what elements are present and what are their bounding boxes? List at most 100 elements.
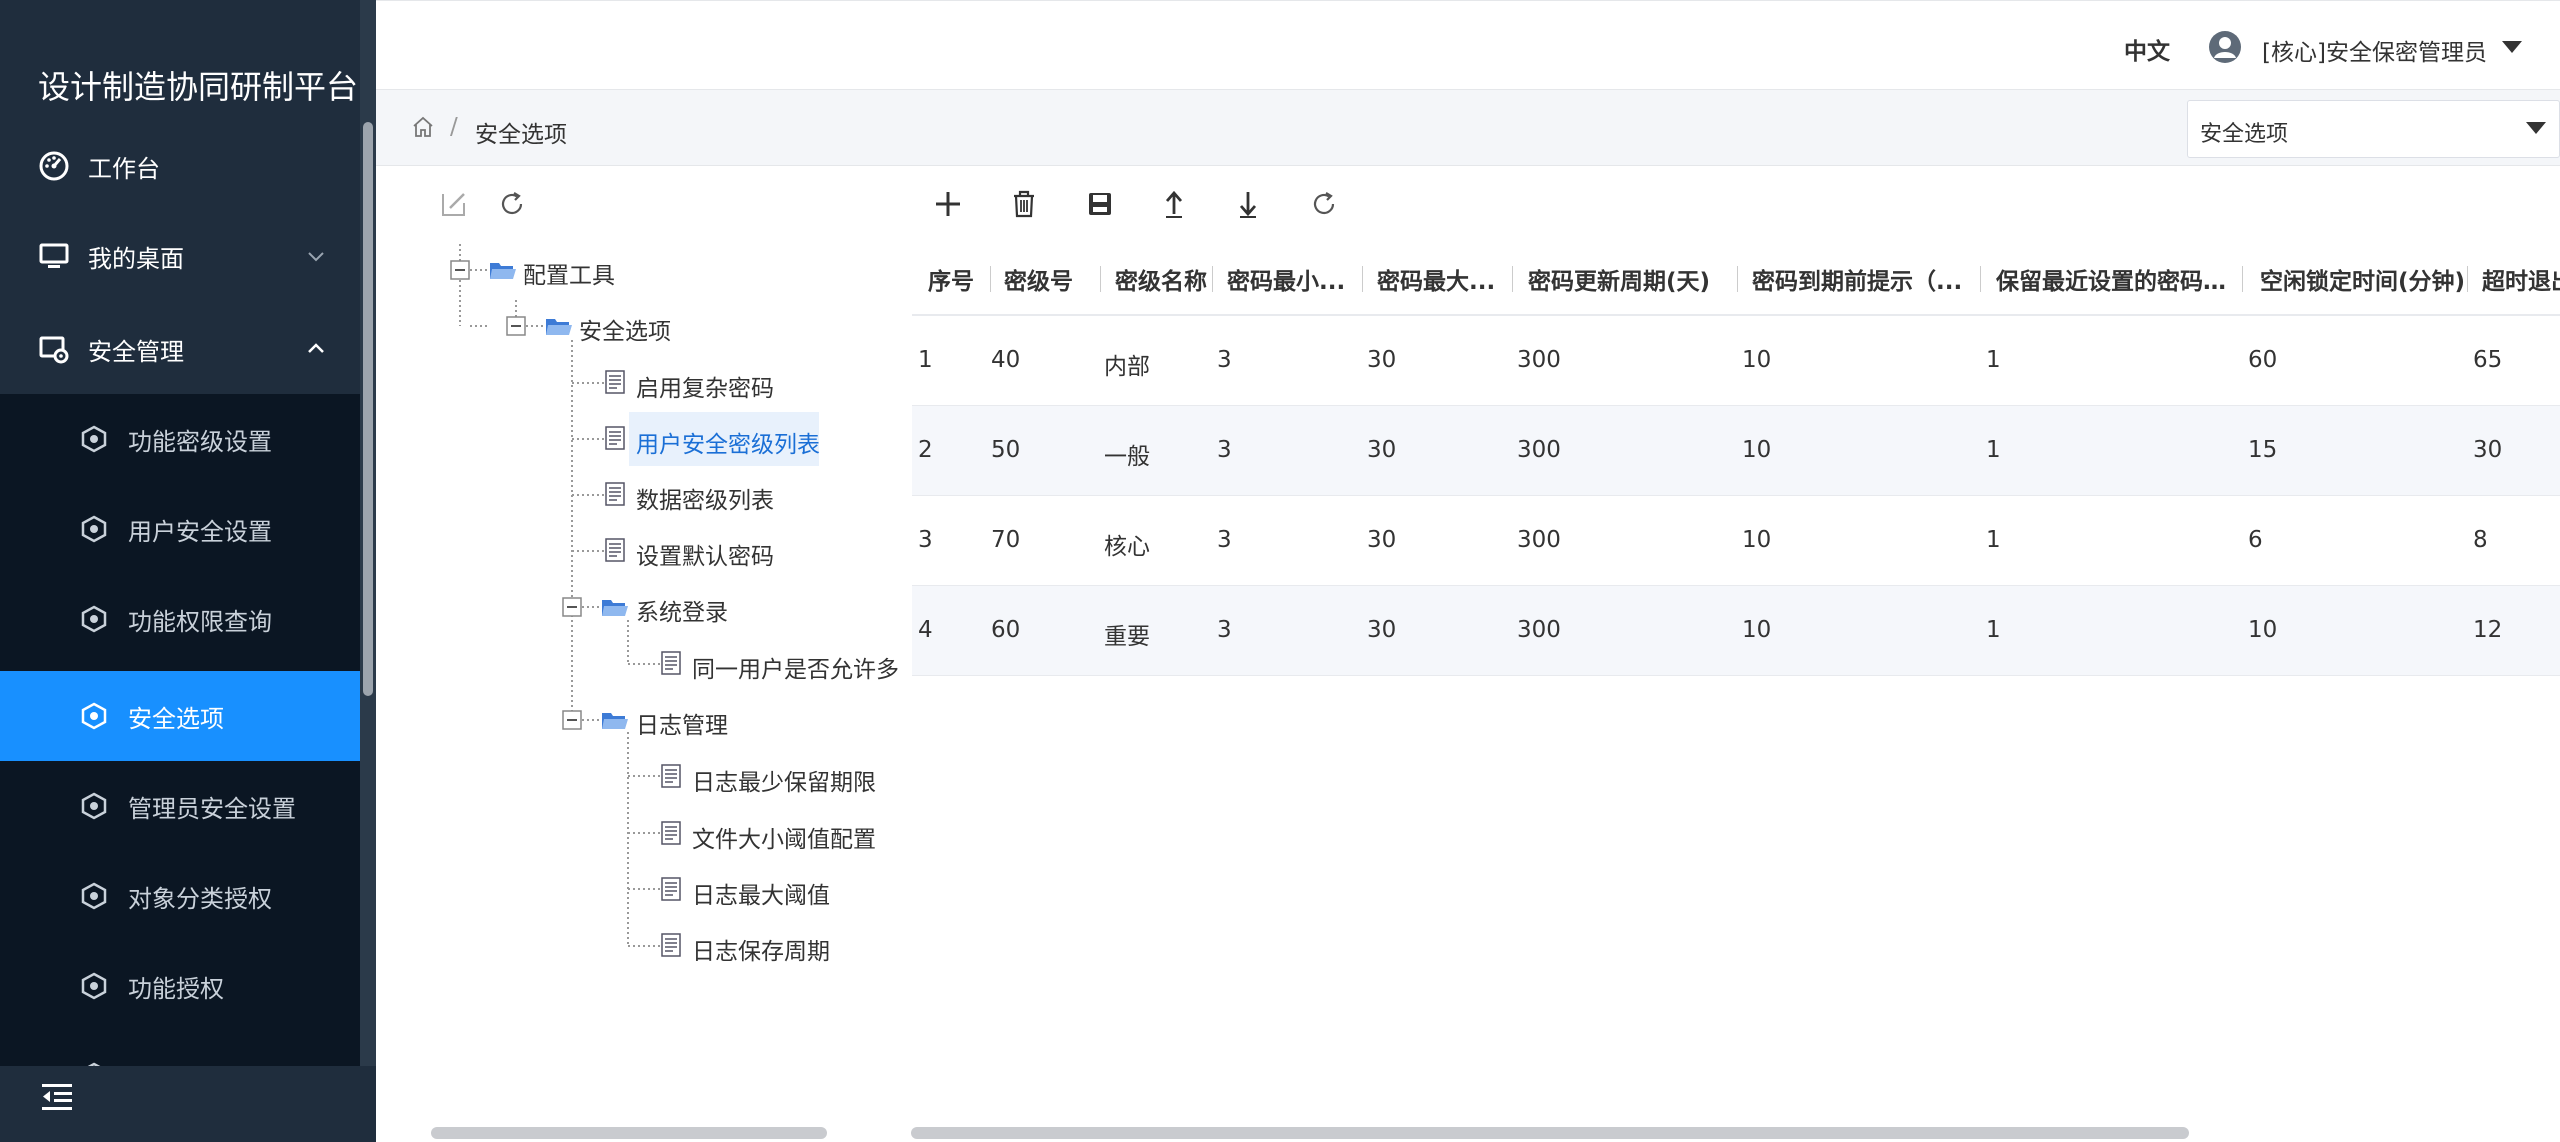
- folder-open-icon: [546, 319, 572, 335]
- sidebar-subitem-function-auth[interactable]: 功能授权: [0, 941, 360, 1031]
- column-divider[interactable]: [1737, 266, 1738, 292]
- table-row[interactable]: [912, 406, 2560, 496]
- table-cell: 3: [1217, 527, 1232, 553]
- document-icon: [661, 933, 681, 957]
- collapse-toggle-icon[interactable]: [450, 260, 470, 280]
- table-header-cell[interactable]: 密级号: [1004, 262, 1094, 296]
- refresh-icon[interactable]: [496, 188, 528, 220]
- monitor-icon: [39, 243, 69, 268]
- column-divider[interactable]: [1980, 266, 1981, 292]
- save-icon[interactable]: [1084, 188, 1116, 220]
- table-header-cell[interactable]: 密码最大...: [1377, 262, 1497, 296]
- chevron-up-icon: [308, 343, 324, 353]
- user-name[interactable]: [核心]安全保密管理员: [2262, 33, 2487, 67]
- tree-node-log-max-threshold[interactable]: 日志最大阈值: [692, 876, 830, 910]
- table-header-cell[interactable]: 密码到期前提示（...: [1752, 262, 1970, 296]
- table-row[interactable]: [912, 496, 2560, 586]
- column-divider[interactable]: [2242, 266, 2243, 292]
- collapse-toggle-icon[interactable]: [562, 710, 582, 730]
- move-up-icon[interactable]: [1158, 188, 1190, 220]
- user-avatar-icon[interactable]: [2208, 30, 2242, 64]
- table-cell: 60: [2248, 347, 2278, 373]
- column-divider[interactable]: [1212, 266, 1213, 292]
- tree-node-log-save-period[interactable]: 日志保存周期: [692, 932, 830, 966]
- column-divider[interactable]: [1512, 266, 1513, 292]
- column-divider[interactable]: [2467, 266, 2468, 292]
- move-down-icon[interactable]: [1232, 188, 1264, 220]
- sidebar-scrollbar[interactable]: [360, 0, 376, 1066]
- sidebar-subitem-permission-query[interactable]: 功能权限查询: [0, 574, 360, 664]
- language-switch[interactable]: 中文: [2124, 32, 2170, 66]
- table-header-cell[interactable]: 序号: [928, 262, 978, 296]
- column-divider[interactable]: [1100, 266, 1101, 292]
- table-cell: 一般: [1104, 444, 1150, 470]
- menu-collapse-icon[interactable]: [40, 1080, 74, 1114]
- document-icon: [605, 426, 625, 450]
- sidebar-subitem-admin-security[interactable]: 管理员安全设置: [0, 761, 360, 851]
- sidebar-scrollbar-thumb[interactable]: [363, 122, 373, 696]
- table-cell: 40: [991, 347, 1021, 373]
- column-divider[interactable]: [1362, 266, 1363, 292]
- column-divider[interactable]: [990, 266, 991, 292]
- sidebar-item-my-desktop[interactable]: 我的桌面: [0, 211, 360, 301]
- tree-node-complex-password[interactable]: 启用复杂密码: [636, 369, 774, 403]
- tree-node-data-security-level-list[interactable]: 数据密级列表: [636, 481, 774, 515]
- tree-node-user-security-level-list[interactable]: 用户安全密级列表: [636, 425, 820, 459]
- table-horizontal-scrollbar[interactable]: [911, 1127, 2189, 1139]
- sidebar-item-security[interactable]: 安全管理: [0, 304, 360, 394]
- sidebar-subitem-object-category-auth[interactable]: 对象分类授权: [0, 851, 360, 941]
- table-cell: 1: [1986, 617, 2001, 643]
- table-header-cell[interactable]: 密级名称: [1115, 262, 1207, 296]
- tree-node-log-min-retention[interactable]: 日志最少保留期限: [692, 763, 876, 797]
- table-header-cell[interactable]: 保留最近设置的密码...: [1996, 262, 2228, 296]
- tree-node-default-password[interactable]: 设置默认密码: [636, 537, 774, 571]
- table-cell: 60: [991, 617, 1021, 643]
- sidebar-item-workbench[interactable]: 工作台: [0, 121, 360, 211]
- table-header-cell[interactable]: 密码更新周期(天): [1528, 262, 1750, 296]
- home-icon[interactable]: [411, 115, 435, 139]
- table-cell: 重要: [1104, 624, 1150, 650]
- page-select-value[interactable]: 安全选项: [2200, 116, 2288, 148]
- sidebar-subitem-user-security[interactable]: 用户安全设置: [0, 484, 360, 574]
- sidebar-subitem-function-classification[interactable]: 功能密级设置: [0, 394, 360, 484]
- table-cell: 10: [1742, 527, 1772, 553]
- add-icon[interactable]: [932, 188, 964, 220]
- table-cell: 1: [1986, 347, 2001, 373]
- chevron-down-icon[interactable]: [2526, 122, 2546, 134]
- table-cell: 30: [1367, 527, 1397, 553]
- table-header-cell[interactable]: 空闲锁定时间(分钟): [2260, 262, 2470, 296]
- sidebar-subitem-label: 管理员安全设置: [128, 794, 296, 823]
- document-icon: [661, 764, 681, 788]
- document-icon: [605, 370, 625, 394]
- table-cell: 12: [2473, 617, 2503, 643]
- tree-node-same-user-login[interactable]: 同一用户是否允许多: [692, 650, 899, 684]
- table-cell: 8: [2473, 527, 2488, 553]
- sidebar-subitem-label: 功能授权: [128, 974, 224, 1003]
- table-cell: 10: [1742, 437, 1772, 463]
- tree-node-system-login[interactable]: 系统登录: [636, 593, 728, 627]
- app-title: 设计制造协同研制平台: [38, 68, 359, 106]
- tree-node-config-tools[interactable]: 配置工具: [523, 256, 615, 290]
- edit-icon[interactable]: [438, 188, 470, 220]
- table-cell: 1: [918, 347, 933, 373]
- table-header-cell[interactable]: 超时退出: [2482, 262, 2560, 296]
- user-menu-caret-icon[interactable]: [2502, 41, 2522, 53]
- delete-icon[interactable]: [1008, 188, 1040, 220]
- table-cell: 50: [991, 437, 1021, 463]
- table-row[interactable]: [912, 586, 2560, 676]
- table-cell: 10: [1742, 617, 1772, 643]
- collapse-toggle-icon[interactable]: [562, 597, 582, 617]
- tree-node-log-management[interactable]: 日志管理: [636, 706, 728, 740]
- sidebar-subitem-security-options[interactable]: 安全选项: [0, 671, 360, 761]
- tree-node-security-options[interactable]: 安全选项: [579, 312, 671, 346]
- table-row[interactable]: [912, 316, 2560, 406]
- hexagon-icon: [81, 702, 107, 730]
- tree-node-file-size-threshold[interactable]: 文件大小阈值配置: [692, 820, 876, 854]
- collapse-toggle-icon[interactable]: [506, 316, 526, 336]
- table-cell: 70: [991, 527, 1021, 553]
- table-header-cell[interactable]: 密码最小...: [1227, 262, 1347, 296]
- tree-horizontal-scrollbar[interactable]: [431, 1127, 827, 1139]
- refresh-icon[interactable]: [1308, 188, 1340, 220]
- table-cell: 2: [918, 437, 933, 463]
- chevron-down-icon: [308, 252, 324, 262]
